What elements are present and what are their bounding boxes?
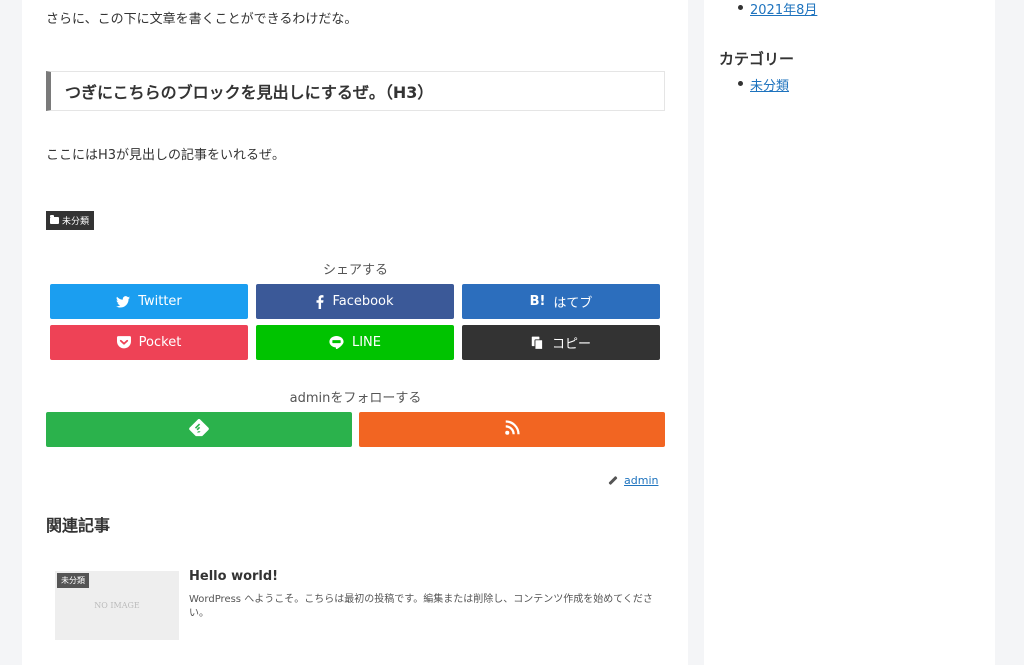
share-hatena-button[interactable]: B! はてブ [462,284,660,319]
sidebar: 2021年8月 カテゴリー 未分類 [704,0,995,665]
share-line-label: LINE [351,335,381,350]
follow-feedly-button[interactable] [46,412,352,447]
related-post-category-badge: 未分類 [57,573,89,588]
share-line-button[interactable]: LINE [256,325,454,360]
category-link-uncategorized[interactable]: 未分類 [750,75,789,94]
list-bullet [738,5,743,10]
copy-icon [531,336,544,350]
feedly-icon [189,418,209,441]
twitter-bird-icon [116,295,131,308]
archive-link-2021-08[interactable]: 2021年8月 [750,0,817,18]
share-pocket-label: Pocket [138,335,182,350]
article-paragraph: ここにはH3が見出しの記事をいれるぜ。 [46,148,286,163]
share-twitter-label: Twitter [138,294,182,309]
folder-icon [50,215,59,224]
hatena-bookmark-icon: B! [529,294,546,309]
related-posts-title: 関連記事 [46,516,111,535]
article-paragraph: さらに、この下に文章を書くことができるわけだな。 [46,12,358,27]
main-content: さらに、この下に文章を書くことができるわけだな。 つぎにこちらのブロックを見出し… [22,0,688,665]
author-link[interactable]: admin [624,474,658,487]
share-pocket-button[interactable]: Pocket [50,325,248,360]
related-post-title[interactable]: Hello world! [189,569,278,584]
facebook-f-icon [316,294,324,309]
category-badge-label: 未分類 [62,217,90,227]
category-badge[interactable]: 未分類 [46,211,95,230]
rss-icon [504,420,520,439]
related-post-excerpt: WordPress へようこそ。こちらは最初の投稿です。編集または削除し、コンテ… [189,594,653,619]
share-hatena-label: はてブ [553,296,593,311]
share-title: シェアする [322,263,388,278]
related-post-thumbnail[interactable]: 未分類 NO IMAGE [55,571,179,640]
follow-rss-button[interactable] [359,412,665,447]
share-copy-label: コピー [551,337,591,352]
pocket-icon [116,336,131,349]
follow-title: adminをフォローする [289,391,422,406]
share-facebook-label: Facebook [332,294,394,309]
line-icon [329,336,344,349]
pencil-icon [608,475,618,486]
share-copy-button[interactable]: コピー [462,325,660,360]
category-widget-heading: カテゴリー [719,50,795,68]
share-twitter-button[interactable]: Twitter [50,284,248,319]
share-facebook-button[interactable]: Facebook [256,284,454,319]
no-image-placeholder: NO IMAGE [94,601,140,610]
author-link-row: admin [608,474,658,487]
article-heading-h3: つぎにこちらのブロックを見出しにするぜ。（H3） [46,71,665,111]
list-bullet [738,81,743,86]
